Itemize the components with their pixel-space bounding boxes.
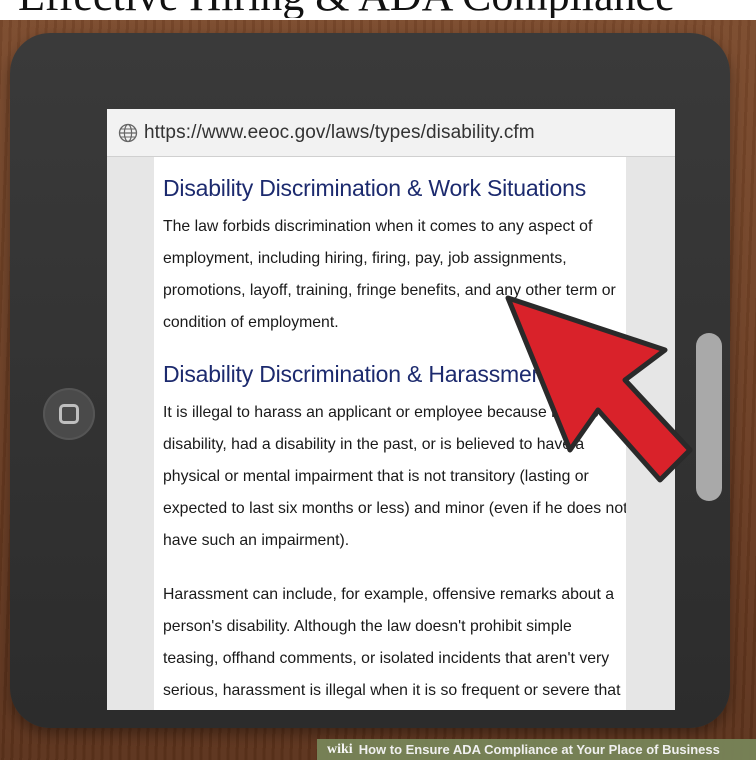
url-text[interactable]: https://www.eeoc.gov/laws/types/disabili…	[144, 122, 535, 144]
address-bar[interactable]: https://www.eeoc.gov/laws/types/disabili…	[107, 109, 675, 157]
footer-caption-bar: wiki How to Ensure ADA Compliance at You…	[317, 739, 756, 760]
footer-caption: How to Ensure ADA Compliance at Your Pla…	[358, 742, 720, 757]
section-heading-work-situations: Disability Discrimination & Work Situati…	[163, 175, 586, 201]
page-title: Effective Hiring & ADA Compliance	[18, 0, 756, 18]
arrow-cursor-icon	[505, 295, 693, 483]
wiki-brand: wiki	[327, 741, 353, 757]
paragraph-harassment-examples: Harassment can include, for example, off…	[163, 586, 621, 699]
home-button[interactable]	[43, 388, 95, 440]
globe-icon	[118, 123, 138, 142]
home-icon	[59, 404, 79, 424]
